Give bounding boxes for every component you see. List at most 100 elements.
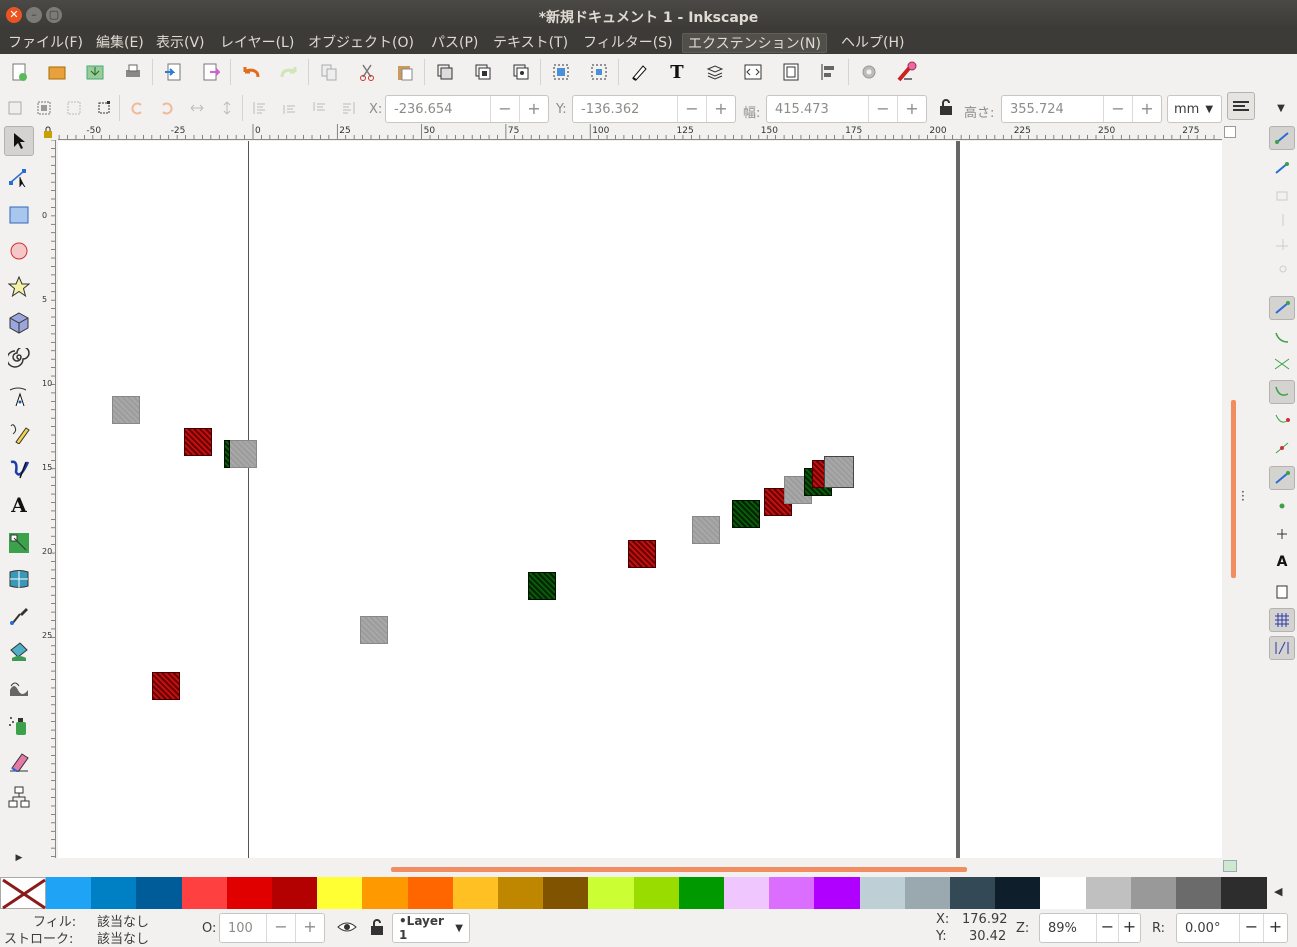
open-document-icon[interactable]	[44, 59, 70, 85]
palette-scroll-icon[interactable]: ◀	[1274, 885, 1282, 898]
snap-rotation-center-icon[interactable]	[1269, 522, 1295, 546]
tweak-tool-icon[interactable]	[4, 672, 34, 702]
y-position-field[interactable]: -136.362 − +	[572, 95, 736, 123]
flip-horizontal-icon[interactable]	[184, 95, 210, 121]
width-increment-button[interactable]: +	[897, 96, 926, 122]
unit-select[interactable]: mm ▼	[1167, 95, 1222, 123]
redo-icon[interactable]	[276, 59, 302, 85]
raise-icon[interactable]	[276, 95, 302, 121]
y-decrement-button[interactable]: −	[677, 96, 706, 122]
gradient-tool-icon[interactable]	[4, 528, 34, 558]
3d-box-tool-icon[interactable]	[4, 308, 34, 338]
x-position-value[interactable]: -236.654	[386, 102, 490, 117]
opacity-decrement-button[interactable]: −	[266, 914, 295, 942]
eraser-tool-icon[interactable]	[4, 746, 34, 776]
transform-handles-icon[interactable]	[91, 95, 117, 121]
extensions-wizard-icon[interactable]	[894, 59, 920, 85]
lower-icon[interactable]	[306, 95, 332, 121]
cut-icon[interactable]	[354, 59, 380, 85]
calligraphy-tool-icon[interactable]	[4, 454, 34, 484]
color-swatch[interactable]	[1085, 877, 1132, 909]
color-swatch[interactable]	[904, 877, 951, 909]
color-swatch[interactable]	[1176, 877, 1222, 909]
color-swatch[interactable]	[1040, 877, 1087, 909]
image-tile-red[interactable]	[628, 540, 656, 568]
mesh-tool-icon[interactable]	[4, 564, 34, 594]
snap-grid-icon[interactable]	[1269, 608, 1295, 632]
select-all-layers-icon[interactable]	[31, 95, 57, 121]
deselect-icon[interactable]	[61, 95, 87, 121]
menu-help[interactable]: ヘルプ(H)	[836, 33, 909, 53]
document-properties-icon[interactable]	[778, 59, 804, 85]
drawing-canvas[interactable]	[58, 141, 1222, 858]
fill-stroke-icon[interactable]	[626, 59, 652, 85]
zoom-corner-icon[interactable]	[1223, 860, 1237, 872]
menu-filter[interactable]: フィルター(S)	[578, 33, 678, 53]
snap-object-center-icon[interactable]	[1269, 494, 1295, 518]
star-tool-icon[interactable]	[4, 272, 34, 302]
image-tile-green[interactable]	[528, 572, 556, 600]
color-swatch[interactable]	[498, 877, 544, 909]
side-panel-handle-icon[interactable]: · · ·	[1241, 486, 1245, 506]
menu-object[interactable]: オブジェクト(O)	[303, 33, 419, 53]
color-swatch[interactable]	[362, 877, 409, 909]
width-value[interactable]: 415.473	[767, 102, 868, 117]
menu-layer[interactable]: レイヤー(L)	[215, 33, 299, 53]
print-icon[interactable]	[120, 59, 146, 85]
color-swatch[interactable]	[136, 877, 183, 909]
color-swatch[interactable]	[1130, 877, 1177, 909]
menu-file[interactable]: ファイル(F)	[3, 33, 88, 53]
color-swatch[interactable]	[633, 877, 680, 909]
image-tile-gray[interactable]	[360, 616, 388, 644]
color-swatch[interactable]	[452, 877, 499, 909]
ruler-corner-icon[interactable]	[1224, 126, 1236, 138]
paste-icon[interactable]	[392, 59, 418, 85]
snap-midpoints-icon[interactable]	[1269, 436, 1295, 460]
y-position-value[interactable]: -136.362	[573, 102, 677, 117]
height-value[interactable]: 355.724	[1002, 102, 1103, 117]
layer-visibility-eye-icon[interactable]	[337, 919, 357, 939]
x-increment-button[interactable]: +	[519, 96, 548, 122]
layers-icon[interactable]	[702, 59, 728, 85]
width-field[interactable]: 415.473 − +	[766, 95, 927, 123]
image-tile-red[interactable]	[152, 672, 180, 700]
image-tile-gray[interactable]	[692, 516, 720, 544]
snap-text-baseline-icon[interactable]: A	[1269, 550, 1295, 574]
duplicate-icon[interactable]	[432, 59, 458, 85]
rotation-decrement-button[interactable]: −	[1239, 914, 1263, 942]
new-document-icon[interactable]	[6, 59, 32, 85]
snap-others-icon[interactable]	[1269, 466, 1295, 490]
toolbox-expand-icon[interactable]: ▶	[4, 848, 34, 868]
lower-to-bottom-icon[interactable]	[336, 95, 362, 121]
color-swatch[interactable]	[543, 877, 590, 909]
pen-bezier-tool-icon[interactable]	[4, 382, 34, 412]
undo-icon[interactable]	[238, 59, 264, 85]
menu-edit[interactable]: 編集(E)	[91, 33, 149, 53]
menu-path[interactable]: パス(P)	[426, 33, 483, 53]
flip-vertical-icon[interactable]	[214, 95, 240, 121]
layer-select[interactable]: •Layer 1 ▼	[392, 913, 470, 943]
align-distribute-icon[interactable]	[816, 59, 842, 85]
color-swatch[interactable]	[317, 877, 364, 909]
snap-intersections-icon[interactable]	[1269, 352, 1295, 376]
menu-extensions[interactable]: エクステンション(N)	[682, 33, 827, 53]
clone-icon[interactable]	[470, 59, 496, 85]
xml-editor-icon[interactable]	[740, 59, 766, 85]
dropper-tool-icon[interactable]	[4, 600, 34, 630]
rotation-value[interactable]: 0.00°	[1177, 921, 1239, 936]
zoom-out-button[interactable]: −	[1096, 914, 1118, 942]
snap-bbox-center-icon[interactable]	[1269, 256, 1295, 280]
stroke-value[interactable]: 該当なし	[97, 928, 149, 947]
rotation-field[interactable]: 0.00° − +	[1176, 913, 1288, 943]
height-field[interactable]: 355.724 − +	[1001, 95, 1162, 123]
color-swatch[interactable]	[272, 877, 318, 909]
export-icon[interactable]	[198, 59, 224, 85]
import-icon[interactable]	[160, 59, 186, 85]
color-swatch[interactable]	[814, 877, 861, 909]
snap-bbox-midpoint-icon[interactable]	[1269, 232, 1295, 256]
spray-tool-icon[interactable]	[4, 710, 34, 740]
image-tile-red[interactable]	[184, 428, 212, 456]
snap-smooth-nodes-icon[interactable]	[1269, 408, 1295, 432]
snap-paths-icon[interactable]	[1269, 326, 1295, 350]
no-paint-swatch[interactable]	[0, 877, 46, 910]
